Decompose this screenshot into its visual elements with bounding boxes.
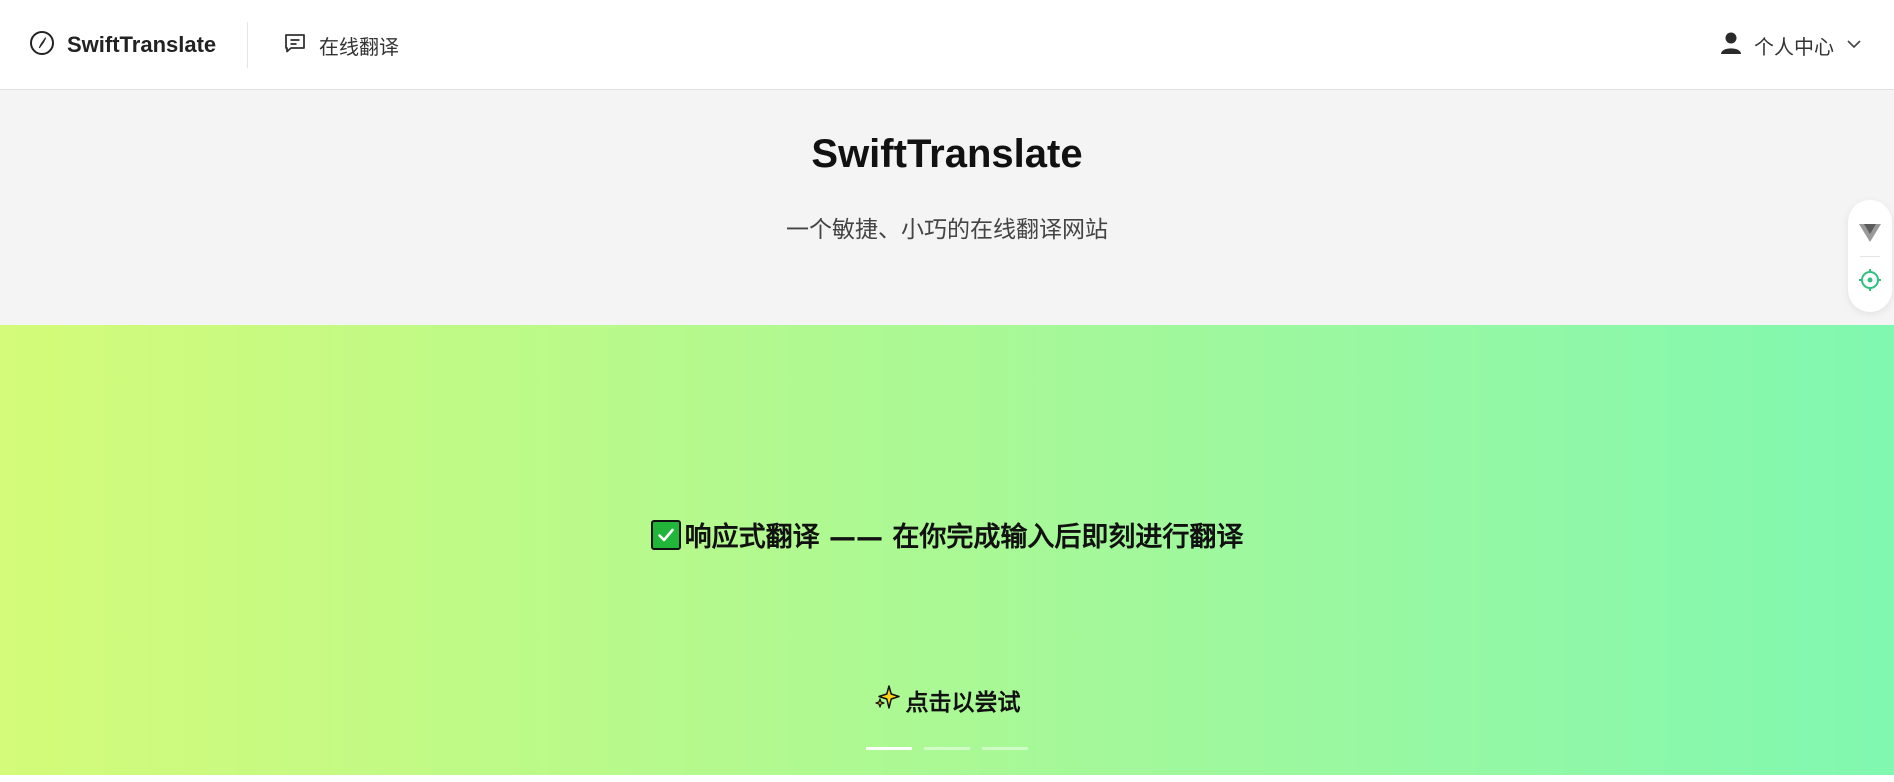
hero-subtitle: 一个敏捷、小巧的在线翻译网站	[786, 217, 1108, 243]
brand-logo-link[interactable]: SwiftTranslate	[29, 27, 216, 63]
carousel-indicators	[0, 747, 1894, 750]
carousel-indicator-1[interactable]	[866, 747, 912, 750]
hero-title: SwiftTranslate	[811, 132, 1083, 176]
nav-item-online-translate[interactable]: 在线翻译	[283, 27, 399, 63]
slide-text: 响应式翻译 —— 在你完成输入后即刻进行翻译	[684, 522, 1244, 553]
nav-divider	[247, 22, 248, 68]
side-toolbar-divider	[1860, 255, 1880, 257]
feature-carousel[interactable]: 响应式翻译 —— 在你完成输入后即刻进行翻译 点击以尝试	[0, 325, 1894, 775]
sparkles-icon	[874, 683, 902, 717]
crosshair-target-icon[interactable]	[1855, 265, 1885, 295]
try-it-area: 点击以尝试	[0, 683, 1894, 717]
try-it-button[interactable]: 点击以尝试	[874, 683, 1021, 717]
user-center-label: 个人中心	[1754, 34, 1834, 59]
carousel-indicator-3[interactable]	[982, 747, 1028, 750]
check-mark-button-icon	[650, 519, 681, 550]
floating-side-toolbar	[1848, 200, 1892, 312]
carousel-indicator-2[interactable]	[924, 747, 970, 750]
nav-item-label: 在线翻译	[319, 34, 399, 59]
hero-section: SwiftTranslate 一个敏捷、小巧的在线翻译网站	[0, 90, 1894, 325]
top-navbar: SwiftTranslate 在线翻译 个人中心	[0, 0, 1894, 90]
brand-name: SwiftTranslate	[67, 32, 217, 57]
try-it-label: 点击以尝试	[905, 690, 1021, 716]
compass-icon	[29, 30, 55, 60]
carousel-slide-caption: 响应式翻译 —— 在你完成输入后即刻进行翻译	[0, 515, 1894, 554]
user-icon	[1720, 31, 1742, 60]
message-square-icon	[283, 31, 307, 60]
triangle-down-logo-icon[interactable]	[1855, 218, 1885, 248]
user-center-dropdown[interactable]: 个人中心	[1720, 27, 1862, 63]
chevron-down-icon	[1846, 33, 1862, 57]
